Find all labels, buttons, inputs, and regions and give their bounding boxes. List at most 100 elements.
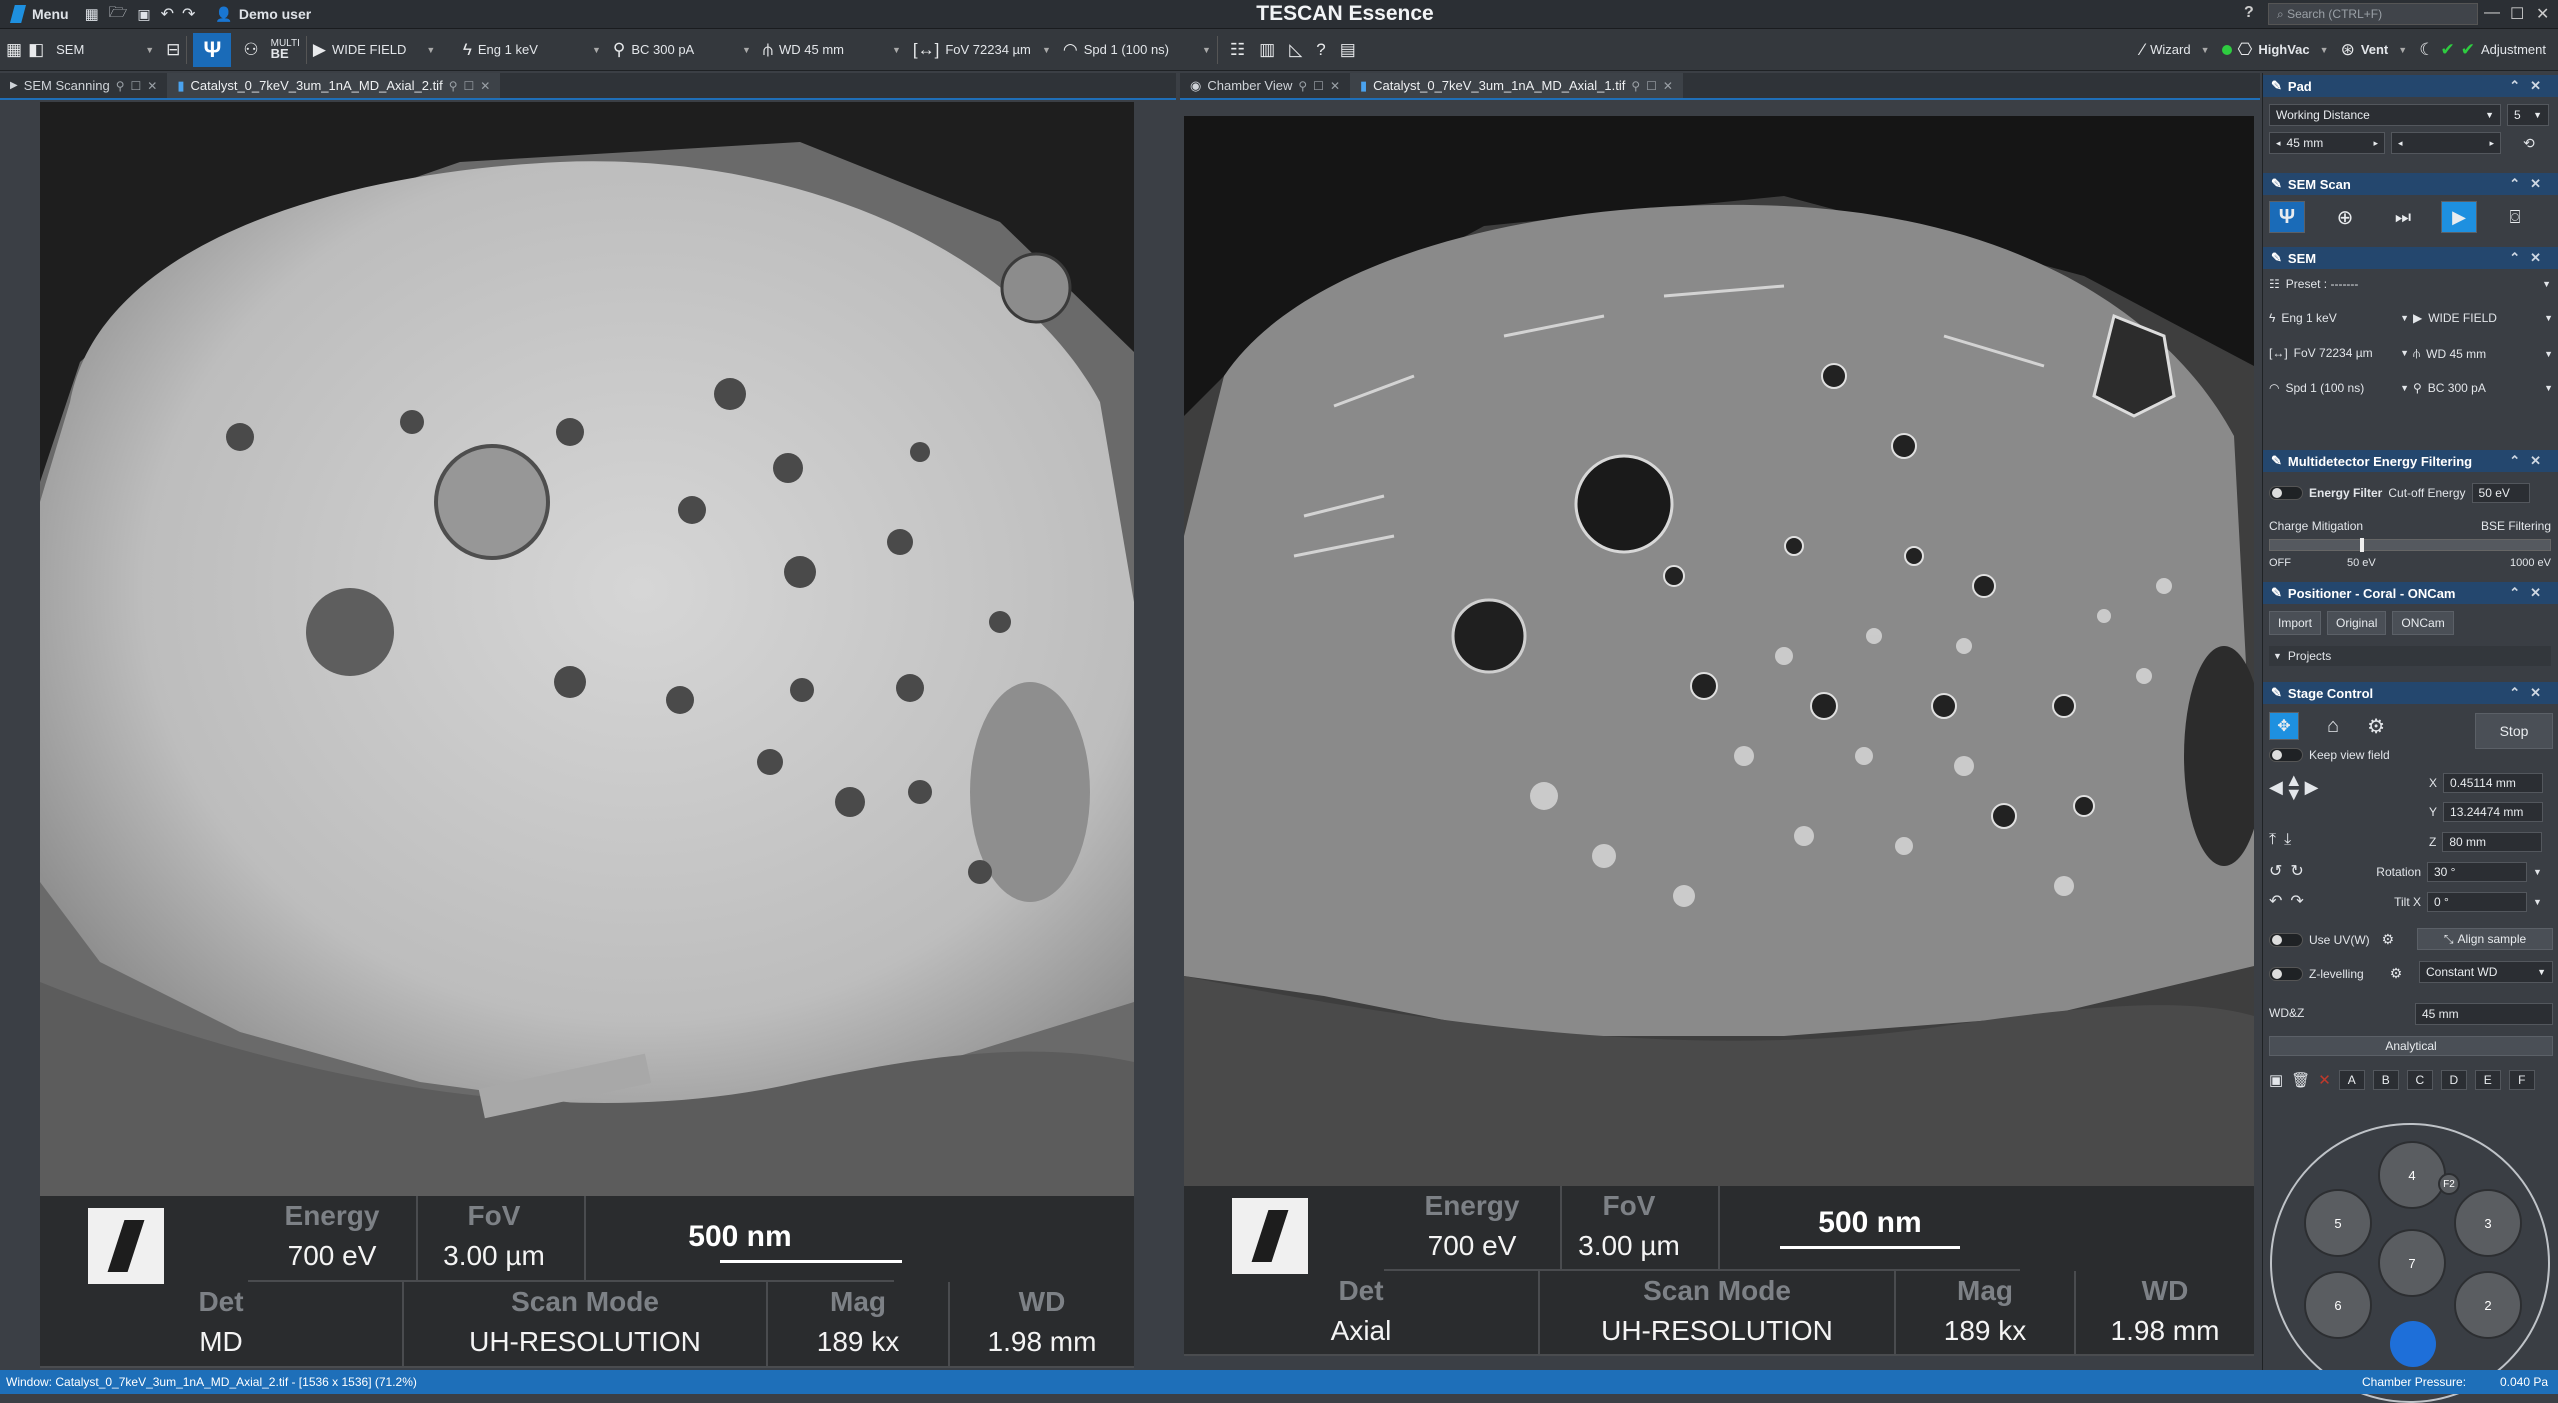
scan-mode-button[interactable]: Ψ [2269, 201, 2305, 233]
original-button[interactable]: Original [2327, 611, 2387, 635]
tab-sem-scanning[interactable]: ▶ SEM Scanning ⚲ ☐ ✕ [0, 73, 167, 98]
x-field[interactable]: 0.45114 mm [2443, 773, 2544, 793]
sem-bc[interactable]: ⚲ BC 300 pA ▼ [2413, 381, 2553, 395]
rotate-cw-icon[interactable]: ↻ [2290, 861, 2303, 881]
refresh-icon[interactable]: ⟲ [2523, 135, 2535, 152]
camera-button[interactable]: ⌼ [2497, 201, 2533, 233]
wd-slider-field[interactable]: ◂ ▸ [2391, 132, 2501, 154]
remove-icon[interactable]: ✕ [2318, 1071, 2331, 1089]
undo-icon[interactable]: ↶ [161, 4, 174, 24]
sem-energy[interactable]: ϟ Eng 1 keV ▼ [2269, 311, 2409, 325]
projects-row[interactable]: ▼ Projects [2269, 646, 2551, 666]
tilt-field[interactable]: 0 ° [2427, 892, 2527, 912]
open-folder-icon[interactable]: 🗁 [109, 2, 128, 27]
energy-select[interactable]: ϟ Eng 1 keV ▼ [457, 29, 607, 71]
align-sample-button[interactable]: ⤡ Align sample [2417, 928, 2553, 950]
stage-hole[interactable]: 6 [2304, 1271, 2372, 1339]
header-controls-icon[interactable]: ⌃✕ [2509, 453, 2551, 469]
stage-hole-marker[interactable]: F2 [2438, 1173, 2460, 1195]
report-icon[interactable]: ▤ [1340, 40, 1356, 60]
settings-list-icon[interactable]: ☷ [1230, 40, 1245, 60]
sem-image-md[interactable] [40, 102, 1134, 1196]
sem-speed[interactable]: ◠ Spd 1 (100 ns) ▼ [2269, 381, 2409, 395]
stage-settings-icon[interactable]: ⚙ [2367, 714, 2385, 739]
arrow-updown-icon[interactable]: ▲ ▼ [2285, 771, 2303, 803]
pin-icon[interactable]: ✎ [2271, 453, 2282, 469]
sem-image-axial[interactable] [1184, 116, 2254, 1186]
delete-icon[interactable]: 🗑 [2291, 1071, 2310, 1089]
z-up-icon[interactable]: ⤒ [2269, 831, 2276, 849]
search-input[interactable]: ⌕ Search (CTRL+F) [2268, 3, 2478, 25]
xy-arrows[interactable]: ◀ ▲ ▼ ▶ [2269, 771, 2319, 803]
stage-hole[interactable]: 3 [2454, 1189, 2522, 1257]
layout-buttons[interactable]: ▦ ◧ [0, 29, 50, 71]
slot-f[interactable]: F [2508, 1070, 2535, 1090]
wd-value-field[interactable]: ◂ 45 mm ▸ [2269, 132, 2385, 154]
vent-button[interactable]: ⊛ Vent ▼ [2335, 29, 2414, 71]
energy-slider[interactable] [2269, 538, 2551, 552]
gear-icon[interactable]: ⚙ [2390, 965, 2403, 982]
import-button[interactable]: Import [2269, 611, 2322, 635]
positioner-header[interactable]: ✎ Positioner - Coral - ONCam ⌃✕ [2263, 582, 2558, 604]
view-tools[interactable]: ☷ ▥ ◺ ? ▤ [1218, 29, 1362, 71]
slot-b[interactable]: B [2372, 1070, 2399, 1090]
image-viewer-right[interactable]: Energy 700 eV FoV 3.00 µm 500 nm Det Axial … [1184, 116, 2254, 1356]
zlevel-toggle[interactable] [2269, 966, 2303, 981]
cutoff-field[interactable]: 50 eV [2471, 483, 2530, 503]
pin-icon[interactable]: ⚲ [1298, 79, 1307, 93]
oncam-button[interactable]: ONCam [2392, 611, 2454, 635]
tab-image-axial-1[interactable]: ▮ Catalyst_0_7keV_3um_1nA_MD_Axial_1.tif ⚲… [1350, 73, 1683, 98]
step-button[interactable]: ⏭ [2385, 201, 2421, 233]
slot-d[interactable]: D [2440, 1070, 2467, 1090]
mode-button[interactable]: Ψ [187, 29, 237, 71]
mef-header[interactable]: ✎ Multidetector Energy Filtering ⌃✕ [2263, 450, 2558, 472]
header-controls-icon[interactable]: ⌃✕ [2509, 585, 2551, 601]
tilt-right-icon[interactable]: ↷ [2290, 891, 2303, 911]
rotation-field[interactable]: 30 ° [2427, 862, 2527, 882]
crosshair-button[interactable]: ⊕ [2325, 201, 2365, 233]
redo-icon[interactable]: ↷ [182, 4, 195, 24]
arrow-left-icon[interactable]: ◀ [2269, 777, 2283, 798]
save-position-icon[interactable]: ▣ [2269, 1071, 2283, 1089]
pin-icon[interactable]: ✎ [2271, 78, 2282, 94]
pin-icon[interactable]: ⚲ [449, 79, 458, 93]
stage-control-header[interactable]: ✎ Stage Control ⌃✕ [2263, 682, 2558, 704]
measure-icon[interactable]: ◺ [1289, 40, 1302, 60]
menu-button[interactable]: Menu [0, 0, 79, 29]
sem-select[interactable]: SEM ▼ [50, 29, 160, 71]
stage-holder-map[interactable]: 4 F2 5 3 7 6 2 [2270, 1123, 2550, 1403]
minimize-icon[interactable]: — [2484, 4, 2500, 22]
speed-select[interactable]: ◠ Spd 1 (100 ns) ▼ [1057, 29, 1217, 71]
y-field[interactable]: 13.24474 mm [2443, 802, 2544, 822]
pin-icon[interactable]: ✎ [2271, 250, 2282, 266]
slot-c[interactable]: C [2406, 1070, 2433, 1090]
stop-button[interactable]: Stop [2475, 713, 2553, 749]
constant-wd-select[interactable]: Constant WD ▼ [2419, 961, 2553, 983]
beam-current-select[interactable]: ⚲ BC 300 pA ▼ [607, 29, 757, 71]
close-icon[interactable]: ✕ [480, 79, 490, 93]
analytical-button[interactable]: Analytical [2269, 1036, 2553, 1056]
stage-hole[interactable]: 2 [2454, 1271, 2522, 1339]
header-controls-icon[interactable]: ⌃✕ [2509, 250, 2551, 266]
sem-scan-header[interactable]: ✎ SEM Scan ⌃✕ [2263, 173, 2558, 195]
pin-icon[interactable]: ⚲ [1631, 79, 1640, 93]
header-controls-icon[interactable]: ⌃✕ [2509, 176, 2551, 192]
step-left-icon[interactable]: ◂ [2276, 138, 2281, 149]
help-circle-icon[interactable]: ? [1316, 40, 1325, 60]
float-icon[interactable]: ☐ [131, 79, 142, 93]
sem-wide-field[interactable]: ▶ WIDE FIELD ▼ [2413, 311, 2553, 325]
image-viewer-left[interactable]: Energy 700 eV FoV 3.00 µm 500 nm Det MD Sca… [40, 102, 1134, 1368]
close-icon[interactable]: ✕ [1663, 79, 1673, 93]
keep-view-toggle[interactable] [2269, 748, 2303, 762]
highvac-button[interactable]: ⎔ HighVac ▼ [2216, 29, 2335, 71]
stage-hole[interactable]: 5 [2304, 1189, 2372, 1257]
fov-select[interactable]: [↔] FoV 72234 µm ▼ [907, 29, 1057, 71]
sem-wd[interactable]: ⫛ WD 45 mm ▼ [2413, 346, 2553, 361]
rotate-ccw-icon[interactable]: ↺ [2269, 861, 2282, 881]
layout-icon[interactable]: ▦ [85, 5, 99, 23]
slot-a[interactable]: A [2338, 1070, 2365, 1090]
z-down-icon[interactable]: ⤓ [2284, 831, 2291, 849]
wd-step-select[interactable]: 5 ▼ [2507, 104, 2549, 126]
histogram-icon[interactable]: ▥ [1259, 40, 1275, 60]
step-left-icon[interactable]: ◂ [2398, 138, 2403, 149]
